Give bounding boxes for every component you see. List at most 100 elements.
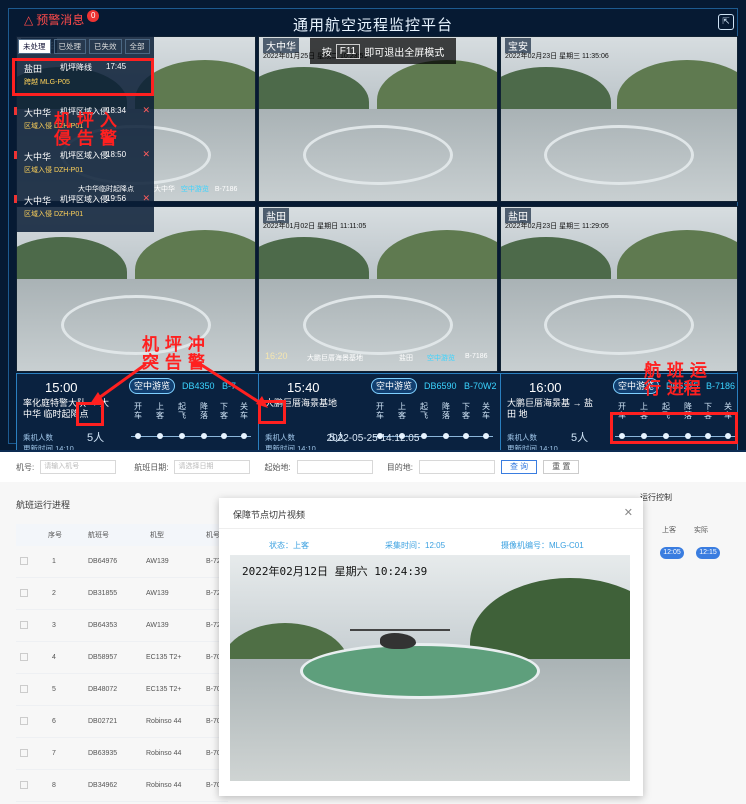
step-label: 起飞 [178, 402, 186, 420]
close-icon[interactable]: ✕ [624, 506, 633, 519]
flight-code: DB4350 [182, 381, 215, 391]
col-header: 实际 [694, 527, 708, 534]
col-header: 机型 [150, 532, 164, 539]
fullscreen-hint-post: 即可退出全屏模式 [364, 47, 445, 59]
row-checkbox[interactable] [20, 685, 28, 693]
tab-expired[interactable]: 已失效 [89, 39, 122, 54]
table-row[interactable]: 2 DB31855 AW139 B-727 [16, 578, 228, 610]
overlay-flight-status: 空中游览 [427, 355, 455, 362]
step-label: 上客 [398, 402, 406, 420]
modal-capture-time: 采集时间：12:05 [385, 541, 446, 550]
table-row[interactable]: 1 DB64976 AW139 B-727 [16, 546, 228, 578]
flight-time: 15:40 [287, 380, 320, 395]
step-label: 降落 [200, 402, 208, 420]
modal-status: 状态：上客 [269, 541, 309, 550]
tab-all[interactable]: 全部 [124, 39, 150, 54]
camera-feed[interactable]: 宝安 2022年02月23日 星期三 11:35:06 [500, 36, 738, 202]
alert-time: 18:50 [106, 150, 127, 159]
step-label: 起飞 [420, 402, 428, 420]
run-control-header: 运行控制 [640, 493, 672, 502]
departure-select[interactable] [296, 460, 373, 474]
reset-button[interactable]: 重 置 [543, 460, 580, 474]
table-row[interactable]: 6 DB02721 Robinso 44 B-70H [16, 706, 228, 738]
table-cell: 2 [52, 590, 56, 597]
alert-header[interactable]: △ 预警消息 0 [24, 9, 100, 28]
table-row[interactable]: 8 DB34962 Robinso 44 B-70H [16, 770, 228, 802]
date-input[interactable]: 请选择日期 [174, 460, 251, 474]
progress-step: 关车 [479, 402, 493, 439]
table-cell: AW139 [146, 558, 169, 565]
step-label: 关车 [240, 402, 248, 420]
annotation-box [610, 412, 738, 444]
annotation-conflict: 机 坪 冲 突 告 警 [142, 335, 205, 373]
camera-feed[interactable]: 盐田 2022年02月23日 星期三 11:29:05 [500, 206, 738, 372]
row-checkbox[interactable] [20, 621, 28, 629]
camera-timestamp: 2022年02月23日 星期三 11:29:05 [505, 223, 609, 230]
row-checkbox[interactable] [20, 557, 28, 565]
flight-time: 15:00 [45, 380, 78, 395]
helicopter [380, 633, 416, 649]
progress-step: 起飞 [175, 402, 189, 439]
row-checkbox[interactable] [20, 749, 28, 757]
table-row[interactable]: 4 DB58957 EC135 T2+ B-70V [16, 642, 228, 674]
table-cell: 1 [52, 558, 56, 565]
tab-unprocessed[interactable]: 未处理 [18, 39, 51, 54]
tab-processed[interactable]: 已处理 [53, 39, 86, 54]
alert-location: 大中华 [24, 196, 52, 206]
flight-status-button[interactable]: 空中游览 [129, 378, 175, 394]
table-cell: Robinso 44 [146, 782, 182, 789]
destination-select[interactable] [418, 460, 495, 474]
alert-item[interactable]: 大中华 机坪区域入侵 19:56 区域入侵 DZH-P01 ✕ [14, 189, 154, 233]
table-row[interactable]: 7 DB63935 Robinso 44 B-70H [16, 738, 228, 770]
table-cell: 3 [52, 622, 56, 629]
fullscreen-key: F11 [335, 43, 361, 59]
table-cell: DB48072 [88, 686, 118, 693]
progress-step: 开车 [131, 402, 145, 439]
table-cell: 5 [52, 686, 56, 693]
step-label: 上客 [156, 402, 164, 420]
time-pill[interactable]: 12:15 [696, 547, 720, 559]
video-player[interactable]: 2022年02月12日 星期六 10:24:39 [230, 555, 630, 781]
close-icon[interactable]: ✕ [142, 193, 150, 204]
alert-time: 19:56 [106, 194, 127, 203]
annotation-intrusion: 机 坪 入 侵 告 警 [54, 111, 117, 149]
overlay-flight2-text: 大中华临时起降点 [78, 186, 134, 193]
progress-step: 下客 [459, 402, 473, 439]
table-row[interactable]: 3 DB64353 AW139 B-727 [16, 610, 228, 642]
video-modal: 保障节点切片视频 ✕ 状态：上客 采集时间：12:05 摄像机编号：MLG-C0… [219, 498, 643, 796]
modal-title: 保障节点切片视频 [233, 510, 306, 520]
flight-reg: B-70W2 [464, 381, 497, 391]
table-cell: EC135 T2+ [146, 654, 182, 661]
row-checkbox[interactable] [20, 589, 28, 597]
overlay-flight-route: 大鹏巨厝海景基地 [307, 355, 363, 362]
close-icon[interactable]: ✕ [142, 105, 150, 116]
row-checkbox[interactable] [20, 781, 28, 789]
time-pill[interactable]: 12:05 [660, 547, 684, 559]
col-header: 机号 [206, 532, 220, 539]
date-label: 航班日期: [134, 462, 169, 472]
col-header: 上客 [662, 527, 676, 534]
alert-location: 大中华 [24, 108, 52, 118]
progress-step: 下客 [217, 402, 231, 439]
alert-tabs: 未处理 已处理 已失效 全部 [16, 36, 154, 57]
query-button[interactable]: 查 询 [500, 460, 538, 474]
progress-step: 起飞 [417, 402, 431, 439]
row-checkbox[interactable] [20, 717, 28, 725]
reg-label: 机号: [16, 462, 35, 472]
reg-input[interactable]: 请输入机号 [40, 460, 117, 474]
annotation-box [258, 400, 286, 424]
camera-timestamp: 2022年01月02日 星期日 11:11:05 [263, 223, 367, 230]
row-checkbox[interactable] [20, 653, 28, 661]
overlay-flight2-reg: B-7186 [214, 186, 238, 193]
camera-feed[interactable]: 盐田 2022年01月02日 星期日 11:11:05 16:20 大鹏巨厝海景… [258, 206, 498, 372]
close-icon[interactable]: ✕ [142, 149, 150, 160]
table-row[interactable]: 5 DB48072 EC135 T2+ B-70V [16, 674, 228, 706]
overlay-flight2-dest: 大中华 [153, 186, 175, 193]
flight-status-button[interactable]: 空中游览 [371, 378, 417, 394]
annotation-box [76, 402, 104, 426]
alert-tag: 区域入侵 DZH-P01 [24, 211, 84, 218]
flight-code: DB6590 [424, 381, 457, 391]
exit-fullscreen-icon[interactable]: ⇱ [718, 14, 734, 30]
filter-bar: 机号: 请输入机号 航班日期: 请选择日期 起始地: 目的地: 查 询 重 置 [0, 452, 746, 482]
alert-item[interactable]: 大中华 机坪区域入侵 18:50 区域入侵 DZH-P01 ✕ [14, 145, 154, 189]
